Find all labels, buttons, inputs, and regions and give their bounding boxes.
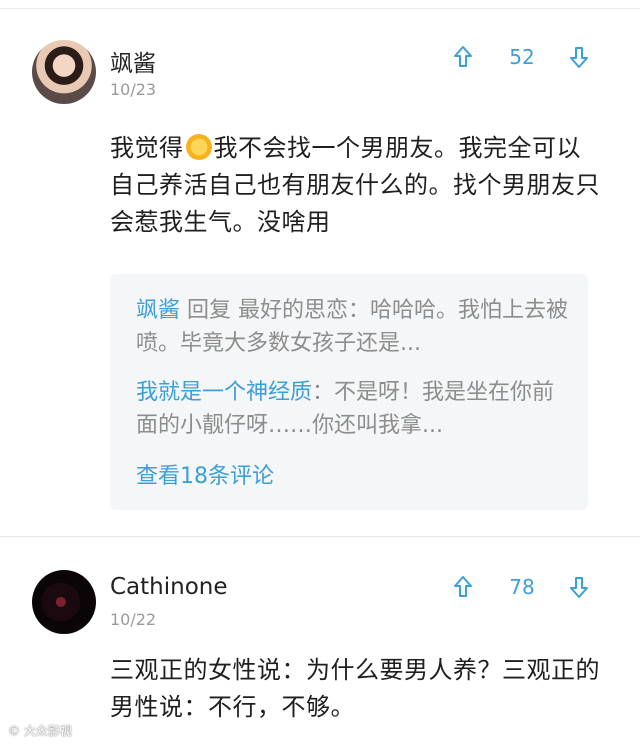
comment-username[interactable]: Cathinone [110,574,228,600]
avatar[interactable] [32,570,96,634]
comment-body: 三观正的女性说：为什么要男人养？三观正的男性说：不行，不够。 [110,656,600,721]
watermark: © 大众影视 [8,724,72,738]
arrow-up-icon[interactable] [448,42,478,72]
reply-preview[interactable]: 我就是一个神经质：不是呀！我是坐在你前面的小靓仔呀……你还叫我拿... [136,376,576,442]
arrow-down-icon[interactable] [564,572,594,602]
reply-preview-box[interactable]: 飒酱 回复 最好的思恋：哈哈哈。我怕上去被喷。毕竟大多数女孩子还是... 我就是… [110,274,588,510]
comment-feed: 飒酱 10/23 52 我觉得 我不会找一个男朋友。我完全可以自己养活自己也有朋友… [0,0,640,746]
comment-divider [0,536,640,537]
top-divider [0,8,640,9]
arrow-up-icon[interactable] [448,572,478,602]
comment-date: 10/22 [110,610,157,629]
comment-date: 10/23 [110,80,157,99]
avatar[interactable] [32,40,96,104]
reply-preview[interactable]: 飒酱 回复 最好的思恋：哈哈哈。我怕上去被喷。毕竟大多数女孩子还是... [136,294,576,360]
comment-body: 我觉得 我不会找一个男朋友。我完全可以自己养活自己也有朋友什么的。找个男朋友只会惹… [110,130,600,241]
comment-username[interactable]: 飒酱 [110,44,156,78]
comment-body-part: 我觉得 [110,134,184,162]
vote-count: 52 [509,45,535,69]
reply-author[interactable]: 飒酱 [136,298,180,323]
sun-emoji-icon [185,134,212,160]
reply-author[interactable]: 我就是一个神经质 [136,380,312,405]
view-more-comments-link[interactable]: 查看18条评论 [136,458,274,490]
vote-control: 78 [448,572,598,602]
vote-control: 52 [448,42,598,72]
vote-count: 78 [509,575,535,599]
reply-text: 回复 最好的思恋：哈哈哈。我怕上去被喷。毕竟大多数女孩子还是... [136,298,569,356]
arrow-down-icon[interactable] [564,42,594,72]
